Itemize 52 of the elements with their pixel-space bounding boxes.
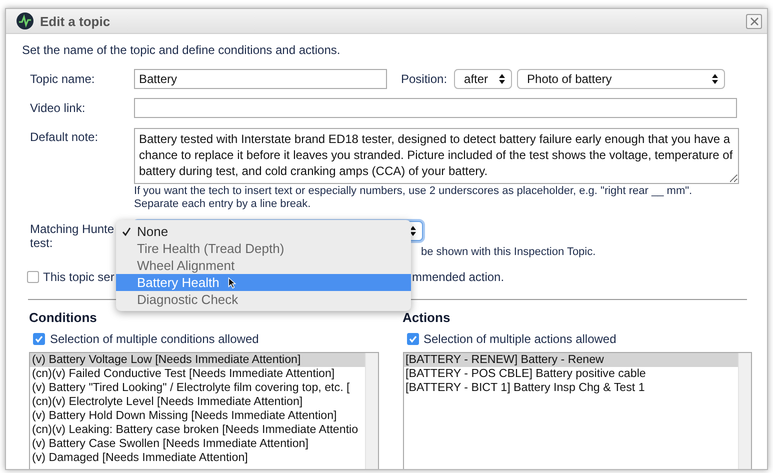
checkbox-label: Selection of multiple actions allowed	[424, 332, 616, 346]
field-label: Position:	[401, 72, 448, 86]
close-icon	[750, 16, 758, 26]
intro-text: Set the name of the topic and define conditions and actions.	[22, 43, 342, 57]
list-item[interactable]: (cn)(v) Failed Conductive Test [Needs Immediate Attention]	[30, 367, 364, 381]
hint-text: be shown with this Inspection Topic.	[421, 246, 596, 258]
field-label: test:	[30, 236, 53, 250]
default-note-field[interactable]: Battery tested with Interstate brand ED18 tester, designed to detect battery failure early enough that you have a chance to replace it before it leaves you stranded. Picture included of the test shows the voltage, temperature of battery during test, and cold cranking amps (CCA) of your battery.	[134, 128, 739, 184]
list-item[interactable]: [BATTERY - BICT 1] Battery Insp Chg & Test 1	[404, 381, 738, 395]
cursor-icon	[228, 277, 236, 289]
field-label: Video link:	[29, 101, 86, 115]
updown-arrow-icon	[499, 74, 506, 84]
field-label: Topic name:	[29, 72, 96, 86]
menu-item[interactable]: Diagnostic Check	[116, 291, 411, 308]
checkbox[interactable]	[27, 271, 39, 283]
position-select[interactable]: after	[454, 69, 512, 89]
section-heading: Actions	[402, 310, 452, 325]
hint-text: If you want the tech to insert text or especially numbers, use 2 underscores as placeholder, e.g. "right rear __ mm".	[134, 185, 694, 198]
list-item[interactable]: (v) Battery Hold Down Missing [Needs Immediate Attention]	[30, 409, 364, 423]
checkbox-label: This topic ser	[43, 270, 114, 284]
list-item[interactable]: (v) Battery "Tired Looking" / Electrolyte film covering top, etc. [	[30, 381, 364, 395]
checkmark-icon	[122, 227, 131, 236]
topic-name-field[interactable]: Battery	[134, 69, 387, 89]
scrollbar-track[interactable]	[738, 353, 751, 469]
field-label: Matching Hunte	[30, 222, 114, 236]
video-link-field[interactable]	[134, 98, 737, 118]
updown-arrow-icon	[712, 74, 718, 84]
updown-arrow-icon	[410, 226, 416, 236]
list-item[interactable]: (v) Damaged [Needs Immediate Attention]	[30, 451, 364, 465]
checkbox[interactable]	[33, 333, 45, 345]
list-item[interactable]: (cn)(v) Electrolyte Level [Needs Immediate Attention]	[30, 395, 364, 409]
list-box[interactable]	[29, 352, 378, 469]
checkbox[interactable]	[406, 333, 418, 345]
list-item[interactable]: [BATTERY - POS CBLE] Battery positive cable	[404, 367, 738, 381]
section-heading: Conditions	[29, 310, 98, 325]
checkbox-label: mmended action.	[412, 270, 504, 284]
list-box[interactable]: [BATTERY - RENEW] Battery - Renew [BATTERY - POS CBLE] Battery positive cable [BATTERY - BICT 1] Battery Insp Chg & Test 1	[402, 352, 752, 469]
list-item[interactable]: (v) Battery Voltage Low [Needs Immediate Attention]	[30, 353, 364, 367]
logo-icon	[16, 12, 34, 30]
menu-item[interactable]: Tire Health (Tread Depth)	[116, 240, 411, 257]
topic-select[interactable]: Photo of battery	[517, 69, 726, 89]
list-item[interactable]: [BATTERY - RENEW] Battery - Renew	[404, 353, 738, 367]
close-button[interactable]	[746, 14, 762, 28]
scrollbar-track[interactable]	[364, 353, 378, 469]
list-item[interactable]: (v) Battery Case Swollen [Needs Immediate Attention]	[30, 437, 364, 451]
list-item[interactable]: (cn)(v) Leaking: Battery case broken [Needs Immediate Attentio	[30, 423, 364, 437]
menu-item[interactable]: None	[116, 223, 411, 240]
window-title: Edit a topic	[40, 14, 110, 28]
checkbox-label: Selection of multiple conditions allowed	[50, 332, 259, 346]
field-label: Default note:	[29, 129, 100, 144]
hint-text: Separate each entry by a line break.	[134, 198, 312, 211]
menu-item[interactable]: Wheel Alignment	[116, 257, 411, 274]
